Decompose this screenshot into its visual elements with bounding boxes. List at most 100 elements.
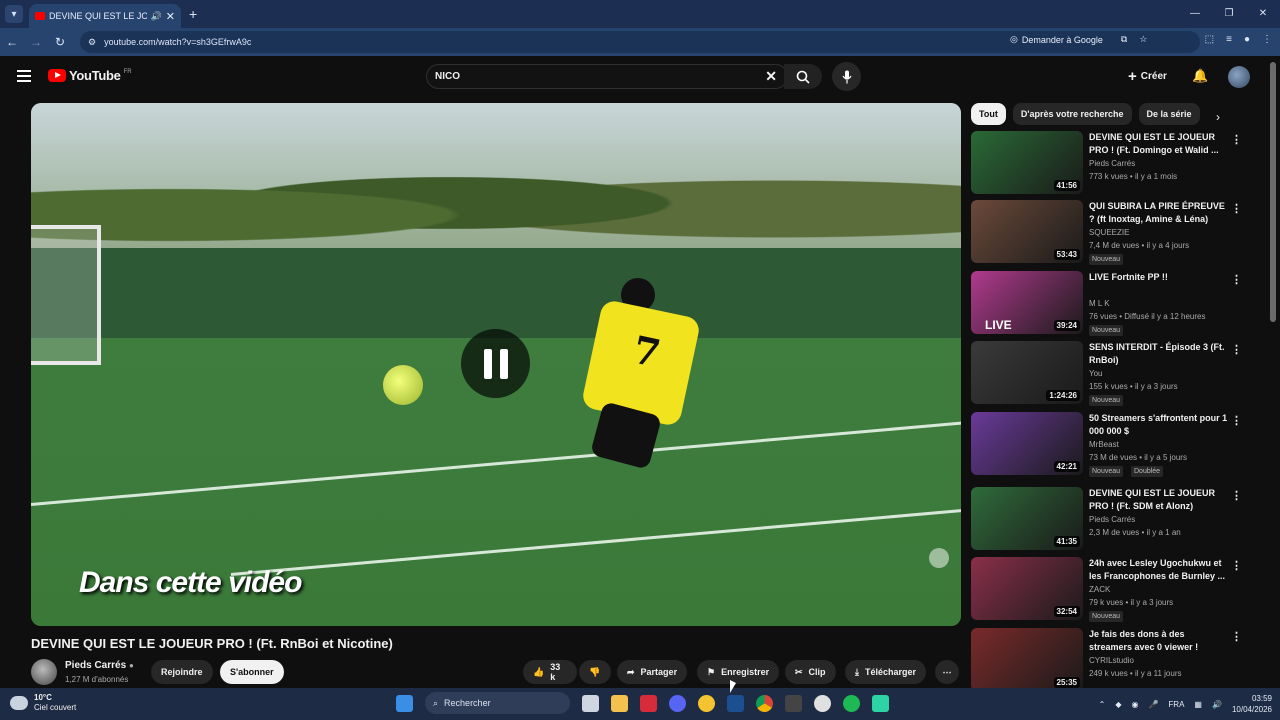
spotify-icon[interactable] xyxy=(843,694,860,712)
tray-shield-icon[interactable]: ◉ xyxy=(1131,700,1138,709)
page-scrollbar[interactable] xyxy=(1270,62,1276,322)
join-button[interactable]: Rejoindre xyxy=(151,660,213,684)
tray-mic-icon[interactable]: 🎤 xyxy=(1148,700,1158,709)
recommendation-item[interactable]: 41:56 DEVINE QUI EST LE JOUEUR PRO ! (Ft… xyxy=(971,131,1246,195)
recommendation-item[interactable]: 32:54 24h avec Lesley Ugochukwu et les F… xyxy=(971,557,1246,622)
recommendation-thumbnail[interactable]: 53:43 xyxy=(971,200,1083,263)
recommendation-channel[interactable]: Pieds Carrés xyxy=(1089,159,1135,168)
tray-app-icon[interactable]: ◆ xyxy=(1115,700,1121,709)
app-green-icon[interactable] xyxy=(872,694,889,712)
recommendation-thumbnail[interactable]: 41:35 xyxy=(971,487,1083,550)
file-explorer-icon[interactable] xyxy=(611,694,628,712)
hamburger-menu-icon[interactable] xyxy=(17,70,31,82)
dislike-button[interactable]: 👎 xyxy=(579,660,611,684)
chevron-right-icon[interactable]: › xyxy=(1216,110,1220,124)
app-red-icon[interactable] xyxy=(640,694,657,712)
app-white-icon[interactable] xyxy=(814,694,831,712)
app-dark-icon[interactable] xyxy=(785,694,802,712)
media-control-icon[interactable]: ≡ xyxy=(1226,34,1232,45)
chip-all[interactable]: Tout xyxy=(971,103,1006,125)
reload-button[interactable]: ↻ xyxy=(48,35,72,49)
search-input[interactable]: NICO ✕ xyxy=(426,64,788,89)
maximize-button[interactable]: ❐ xyxy=(1212,0,1246,28)
youtube-logo[interactable]: YouTube FR xyxy=(48,68,132,83)
chevron-up-icon[interactable]: ⌃ xyxy=(1099,700,1106,709)
account-avatar[interactable] xyxy=(1228,66,1250,88)
site-info-icon[interactable]: ⚙ xyxy=(88,37,96,48)
save-button[interactable]: ⚑ Enregistrer xyxy=(697,660,780,684)
back-button[interactable]: ← xyxy=(0,35,24,49)
recommendation-channel[interactable]: CYRILstudio xyxy=(1089,656,1134,665)
download-button[interactable]: ⤓ Télécharger xyxy=(845,660,927,684)
like-button[interactable]: 👍 33 k xyxy=(523,660,577,684)
recommendation-title[interactable]: DEVINE QUI EST LE JOUEUR PRO ! (Ft. Domi… xyxy=(1089,131,1229,157)
recommendation-channel[interactable]: You xyxy=(1089,369,1103,378)
install-app-icon[interactable]: ⧉ xyxy=(1121,34,1127,45)
volume-icon[interactable]: 🔊 xyxy=(1212,700,1222,709)
recommendation-title[interactable]: 50 Streamers s'affrontent pour 1 000 000… xyxy=(1089,412,1229,438)
recommendation-thumbnail[interactable]: 1:24:26 xyxy=(971,341,1083,404)
taskbar-search[interactable]: ⌕ Rechercher xyxy=(425,692,570,714)
channel-watermark-icon[interactable] xyxy=(929,548,949,568)
notifications-bell-icon[interactable]: 🔔 xyxy=(1192,68,1208,84)
recommendation-thumbnail[interactable]: 25:35 xyxy=(971,628,1083,691)
recommendation-thumbnail[interactable]: LIVE 39:24 xyxy=(971,271,1083,334)
language-indicator[interactable]: FRA xyxy=(1168,700,1184,709)
video-player[interactable]: 7 Dans cette vidéo xyxy=(31,103,961,626)
discord-icon[interactable] xyxy=(669,694,686,712)
recommendation-item[interactable]: 25:35 Je fais des dons à des streamers a… xyxy=(971,628,1246,692)
tab-search-dropdown-icon[interactable]: ▾ xyxy=(5,5,23,23)
bookmark-star-icon[interactable]: ☆ xyxy=(1139,34,1147,45)
more-vertical-icon[interactable]: ⋮ xyxy=(1231,202,1242,215)
recommendation-channel[interactable]: MrBeast xyxy=(1089,440,1119,449)
clear-search-icon[interactable]: ✕ xyxy=(765,68,777,85)
clip-button[interactable]: ✂ Clip xyxy=(785,660,836,684)
channel-name[interactable]: Pieds Carrés ● xyxy=(65,660,134,671)
task-view-icon[interactable] xyxy=(582,694,599,712)
recommendation-item[interactable]: LIVE 39:24 LIVE Fortnite PP !! M L K 76 … xyxy=(971,271,1246,336)
pause-button[interactable] xyxy=(461,329,530,398)
browser-tab-active[interactable]: DEVINE QUI EST LE JOUEUR PRO ! (Ft. RnBo… xyxy=(29,4,181,28)
ask-google-button[interactable]: ◎ Demander à Google ⧉ ☆ xyxy=(1010,34,1147,45)
tab-close-icon[interactable]: ✕ xyxy=(166,10,175,23)
taskbar-clock[interactable]: 03:59 10/04/2026 xyxy=(1232,693,1272,715)
recommendation-thumbnail[interactable]: 32:54 xyxy=(971,557,1083,620)
forward-button[interactable]: → xyxy=(24,35,48,49)
create-button[interactable]: + Créer xyxy=(1128,68,1167,85)
recommendation-channel[interactable]: M L K xyxy=(1089,299,1110,308)
recommendation-title[interactable]: 24h avec Lesley Ugochukwu et les Francop… xyxy=(1089,557,1229,583)
recommendation-title[interactable]: SENS INTERDIT - Épisode 3 (Ft. RnBoi) xyxy=(1089,341,1229,367)
subscribe-button[interactable]: S'abonner xyxy=(220,660,284,684)
more-vertical-icon[interactable]: ⋮ xyxy=(1231,630,1242,643)
more-vertical-icon[interactable]: ⋮ xyxy=(1231,489,1242,502)
recommendation-item[interactable]: 53:43 QUI SUBIRA LA PIRE ÉPREUVE ? (ft I… xyxy=(971,200,1246,265)
recommendation-title[interactable]: LIVE Fortnite PP !! xyxy=(1089,271,1229,284)
search-button[interactable] xyxy=(784,64,822,89)
more-vertical-icon[interactable]: ⋮ xyxy=(1231,414,1242,427)
more-vertical-icon[interactable]: ⋮ xyxy=(1231,559,1242,572)
chip-series[interactable]: De la série xyxy=(1138,103,1200,125)
share-button[interactable]: ➦ Partager xyxy=(617,660,688,684)
chip-search-based[interactable]: D'après votre recherche xyxy=(1012,103,1132,125)
minimize-button[interactable]: — xyxy=(1178,0,1212,28)
app-yellow-icon[interactable] xyxy=(698,694,715,712)
extensions-icon[interactable]: ⬚ xyxy=(1205,34,1214,45)
steam-icon[interactable] xyxy=(727,694,744,712)
channel-avatar[interactable] xyxy=(31,659,57,685)
recommendation-channel[interactable]: Pieds Carrés xyxy=(1089,515,1135,524)
recommendation-title[interactable]: QUI SUBIRA LA PIRE ÉPREUVE ? (ft Inoxtag… xyxy=(1089,200,1229,226)
recommendation-title[interactable]: DEVINE QUI EST LE JOUEUR PRO ! (Ft. SDM … xyxy=(1089,487,1229,513)
profile-icon[interactable]: ● xyxy=(1244,34,1250,45)
windows-start-icon[interactable] xyxy=(396,694,413,712)
chrome-icon[interactable] xyxy=(756,694,773,712)
network-icon[interactable]: ▦ xyxy=(1194,700,1202,709)
weather-widget[interactable]: 10°C Ciel couvert xyxy=(10,693,76,713)
more-actions-button[interactable]: ⋯ xyxy=(935,660,959,684)
recommendation-channel[interactable]: ZACK xyxy=(1089,585,1110,594)
more-vertical-icon[interactable]: ⋮ xyxy=(1231,343,1242,356)
close-window-button[interactable]: ✕ xyxy=(1246,0,1280,28)
voice-search-button[interactable] xyxy=(832,62,861,91)
tab-audio-icon[interactable]: 🔊 xyxy=(151,11,162,22)
recommendation-item[interactable]: 42:21 50 Streamers s'affrontent pour 1 0… xyxy=(971,412,1246,477)
new-tab-button[interactable]: + xyxy=(189,6,197,22)
